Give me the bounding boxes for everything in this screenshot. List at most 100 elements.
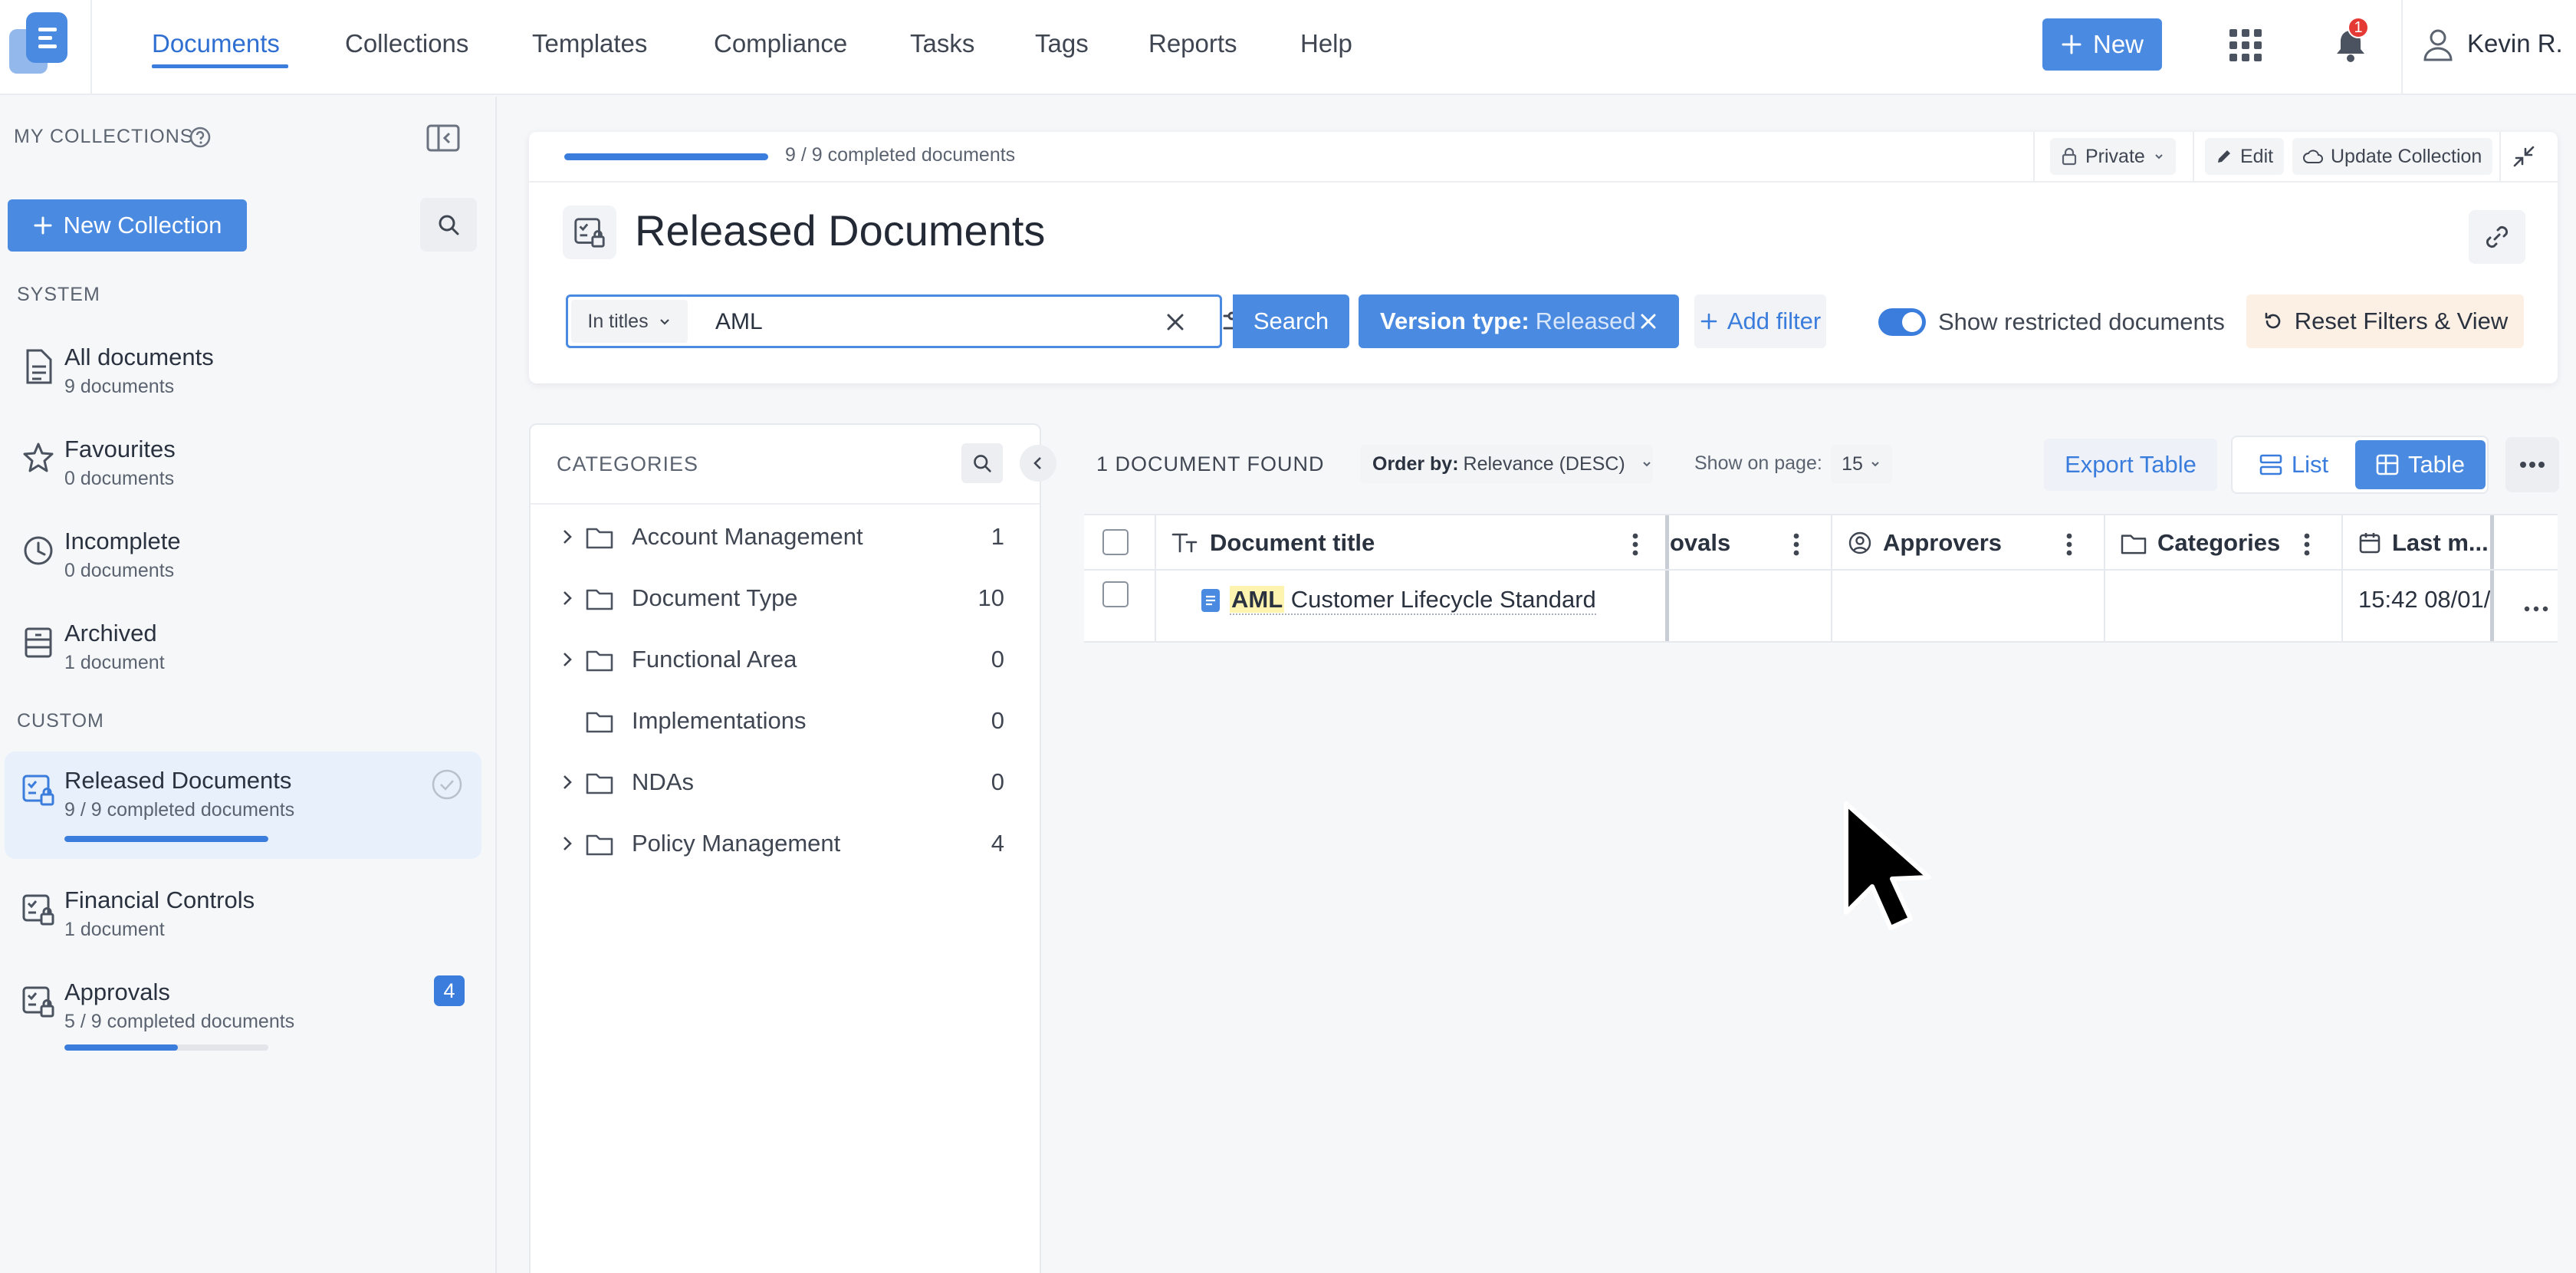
nav-tags[interactable]: Tags <box>1035 29 1089 58</box>
apps-grid-icon[interactable] <box>2228 28 2263 63</box>
cloud-icon <box>2303 150 2323 163</box>
column-menu-icon[interactable] <box>1624 531 1647 558</box>
search-button[interactable]: Search <box>1233 294 1349 348</box>
folder-icon <box>586 834 613 856</box>
chevron-down-icon <box>659 319 669 325</box>
page-size-dropdown[interactable]: 15 <box>1831 445 1892 483</box>
row-checkbox[interactable] <box>1102 581 1129 607</box>
sidebar-item-financial-controls[interactable]: Financial Controls 1 document <box>0 871 483 963</box>
help-circle-icon[interactable] <box>189 126 212 149</box>
table-view-button[interactable]: Table <box>2355 440 2486 489</box>
collapse-sidebar-icon[interactable] <box>426 124 460 152</box>
sidebar-item-released-documents[interactable]: Released Documents 9 / 9 completed docum… <box>5 752 481 859</box>
category-count: 0 <box>991 768 1004 795</box>
table-row[interactable]: AML Customer Lifecycle Standard 15:42 08… <box>1084 571 2558 643</box>
nav-compliance[interactable]: Compliance <box>714 29 847 58</box>
add-filter-button[interactable]: Add filter <box>1694 294 1826 348</box>
update-collection-button[interactable]: Update Collection <box>2292 138 2493 175</box>
column-categories[interactable]: Categories <box>2121 529 2280 557</box>
row-actions-icon[interactable] <box>2522 601 2550 617</box>
chevron-right-icon[interactable] <box>558 528 577 546</box>
user-icon[interactable] <box>2423 28 2453 61</box>
ellipsis-icon <box>2520 462 2545 468</box>
view-mode-toggle: List Table <box>2231 436 2489 494</box>
category-count: 1 <box>991 523 1004 550</box>
app-logo[interactable] <box>9 12 67 75</box>
collection-progress-text: 9 / 9 completed documents <box>785 144 1016 166</box>
restricted-documents-label: Show restricted documents <box>1938 308 2225 335</box>
list-view-button[interactable]: List <box>2237 440 2351 489</box>
remove-filter-icon[interactable] <box>1635 308 1662 335</box>
category-document-type[interactable]: Document Type 10 <box>529 575 1038 621</box>
collection-search-button[interactable] <box>420 198 477 252</box>
category-account-management[interactable]: Account Management 1 <box>529 514 1038 560</box>
column-menu-icon[interactable] <box>2058 531 2081 558</box>
edit-label: Edit <box>2240 145 2274 167</box>
column-document-title[interactable]: Document title <box>1171 529 1375 557</box>
search-scope-dropdown[interactable]: In titles <box>571 300 688 343</box>
new-button[interactable]: New <box>2042 18 2162 71</box>
sidebar-item-archived[interactable]: Archived 1 document <box>0 604 483 696</box>
column-menu-icon[interactable] <box>2295 531 2318 558</box>
category-ndas[interactable]: NDAs 0 <box>529 759 1038 805</box>
frozen-column-divider[interactable] <box>1665 515 1669 569</box>
nav-help[interactable]: Help <box>1300 29 1352 58</box>
reset-filters-button[interactable]: Reset Filters & View <box>2246 294 2524 348</box>
more-options-button[interactable] <box>2505 437 2559 492</box>
column-approvals[interactable]: ovals <box>1670 529 1730 557</box>
column-last-modified[interactable]: Last m... <box>2358 529 2489 557</box>
clear-search-icon[interactable] <box>1162 308 1189 336</box>
folder-icon <box>586 773 613 794</box>
sidebar-item-count: 0 documents <box>64 468 175 489</box>
column-divider <box>1155 515 1156 569</box>
nav-tasks[interactable]: Tasks <box>910 29 974 58</box>
chevron-right-icon[interactable] <box>558 773 577 791</box>
nav-templates[interactable]: Templates <box>532 29 647 58</box>
search-input[interactable] <box>715 304 1083 340</box>
column-menu-icon[interactable] <box>1785 531 1808 558</box>
search-highlight: AML <box>1230 586 1285 613</box>
column-approvers[interactable]: Approvers <box>1848 529 2002 557</box>
nav-collections[interactable]: Collections <box>345 29 468 58</box>
chevron-right-icon[interactable] <box>558 834 577 853</box>
update-collection-label: Update Collection <box>2331 145 2482 167</box>
export-table-button[interactable]: Export Table <box>2044 439 2217 491</box>
version-type-filter-chip[interactable]: Version type: Released <box>1359 294 1679 348</box>
table-header-row: Document title ovals Approvers Categorie… <box>1084 514 2558 571</box>
sidebar-item-count: 1 document <box>64 919 165 940</box>
category-row[interactable] <box>531 939 1040 985</box>
calendar-icon <box>2359 533 2380 554</box>
privacy-dropdown[interactable]: Private <box>2050 138 2176 175</box>
folder-icon <box>586 650 613 672</box>
category-implementations[interactable]: Implementations 0 <box>529 698 1038 744</box>
folder-icon <box>586 712 613 733</box>
sidebar-item-count: 9 documents <box>64 376 175 397</box>
mouse-cursor-icon <box>1844 801 1931 930</box>
category-functional-area[interactable]: Functional Area 0 <box>529 636 1038 683</box>
sidebar-item-favourites[interactable]: Favourites 0 documents <box>0 420 483 512</box>
document-title-link[interactable]: AML Customer Lifecycle Standard <box>1201 586 1596 615</box>
sidebar-item-incomplete[interactable]: Incomplete 0 documents <box>0 512 483 604</box>
copy-link-button[interactable] <box>2469 210 2525 264</box>
new-collection-button[interactable]: New Collection <box>8 199 247 252</box>
nav-reports[interactable]: Reports <box>1148 29 1237 58</box>
chevron-right-icon[interactable] <box>558 589 577 607</box>
sidebar-item-all-documents[interactable]: All documents 9 documents <box>0 328 483 420</box>
results-count: 1 DOCUMENT FOUND <box>1096 452 1325 475</box>
order-by-dropdown[interactable]: Order by: Relevance (DESC) <box>1360 445 1653 483</box>
user-name[interactable]: Kevin R. <box>2467 29 2563 58</box>
minimize-icon[interactable] <box>2510 143 2538 170</box>
chevron-right-icon[interactable] <box>558 650 577 669</box>
sidebar-item-label: All documents <box>64 344 214 370</box>
restricted-documents-toggle[interactable] <box>1878 308 1926 336</box>
category-policy-management[interactable]: Policy Management 4 <box>529 821 1038 867</box>
collection-lock-icon <box>22 775 54 806</box>
sidebar-item-approvals[interactable]: Approvals 5 / 9 completed documents <box>0 963 483 1063</box>
column-divider <box>1155 571 1156 641</box>
select-all-checkbox[interactable] <box>1102 529 1129 555</box>
edit-button[interactable]: Edit <box>2205 138 2285 175</box>
frozen-column-divider[interactable] <box>2490 515 2494 569</box>
category-name: Account Management <box>632 523 863 550</box>
nav-documents[interactable]: Documents <box>152 29 280 58</box>
column-label: Last m... <box>2392 529 2489 556</box>
